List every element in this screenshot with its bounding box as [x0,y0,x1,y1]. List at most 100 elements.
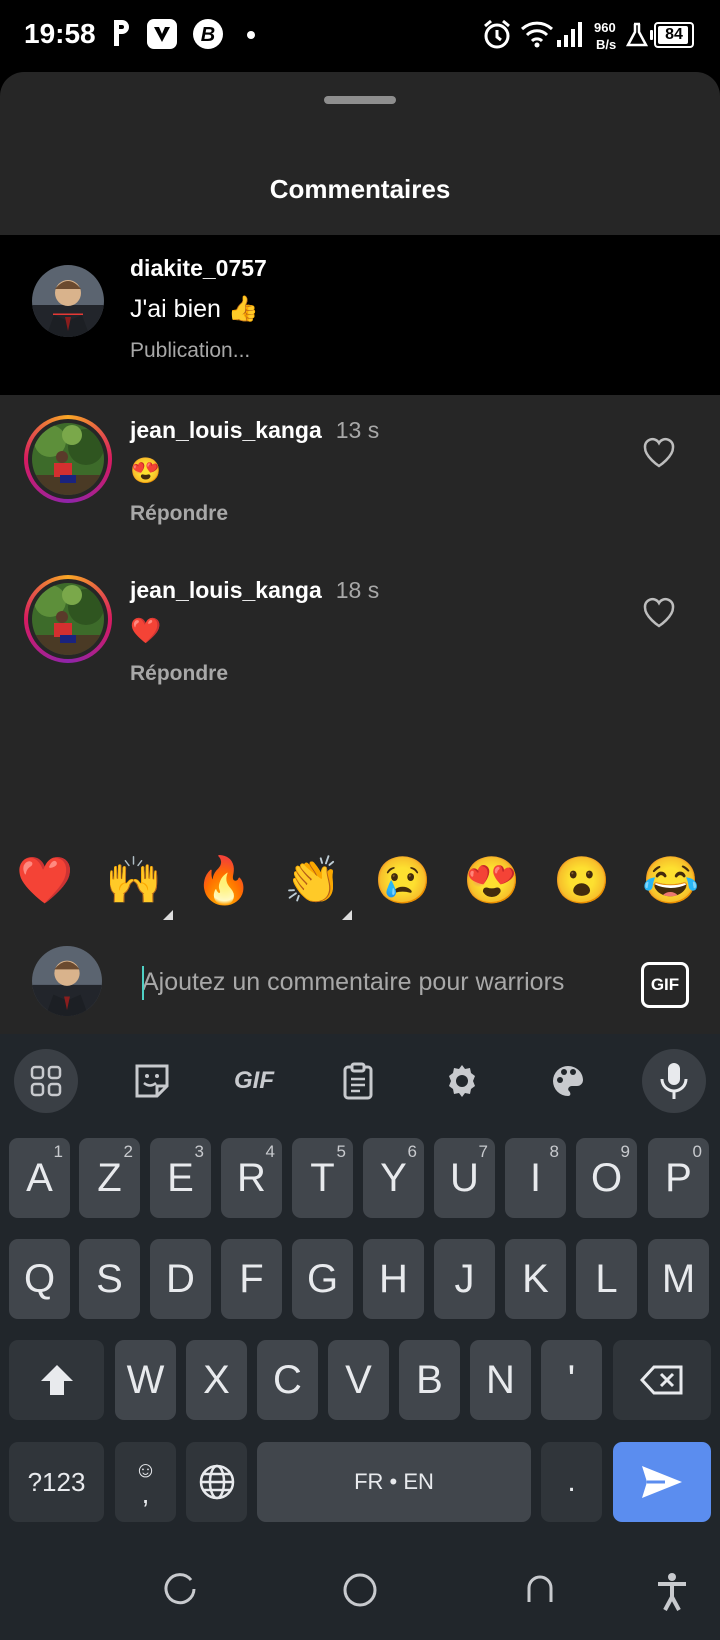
quick-reactions-bar: ❤️ 🙌 🔥 👏 😢 😍 😮 😂 [0,850,720,930]
drag-handle[interactable] [324,96,396,104]
comment-text: ❤️ [130,617,162,645]
notification-dot-icon [247,31,255,39]
key-s[interactable]: S [79,1239,140,1319]
key-c[interactable]: C [257,1340,318,1420]
gif-icon[interactable]: GIF [222,1049,286,1113]
language-key[interactable] [186,1442,247,1522]
status-bar: 19:58 B 960 B/s 84 [0,0,720,72]
key-a[interactable]: A1 [9,1138,70,1218]
apps-grid-icon[interactable] [14,1049,78,1113]
reply-link[interactable]: Répondre [130,662,228,686]
commenter-username[interactable]: jean_louis_kanga 13 s [130,417,379,444]
battery-level: 84 [665,26,683,43]
microphone-icon[interactable] [642,1049,706,1113]
key-v[interactable]: V [328,1340,389,1420]
space-key[interactable]: FR • EN [257,1442,531,1522]
back-icon[interactable] [523,1572,557,1606]
key-f[interactable]: F [221,1239,282,1319]
key-z[interactable]: Z2 [79,1138,140,1218]
reaction-laughing[interactable]: 😂 [636,850,706,910]
wifi-icon [520,21,554,48]
signal-icon [557,22,582,47]
key-d[interactable]: D [150,1239,211,1319]
key-i[interactable]: I8 [505,1138,566,1218]
key-l[interactable]: L [576,1239,637,1319]
key-label: E [167,1155,194,1200]
key-label: Z [97,1155,122,1200]
shift-key[interactable] [9,1340,104,1420]
like-heart-icon[interactable] [642,597,676,629]
commenter-avatar[interactable] [24,415,112,503]
key-hint: 6 [407,1142,417,1161]
key-n[interactable]: N [470,1340,531,1420]
reaction-clapping[interactable]: 👏 [278,850,352,920]
symbols-key[interactable]: ?123 [9,1442,104,1522]
key-label: P [665,1155,692,1200]
key-y[interactable]: Y6 [363,1138,424,1218]
key-j[interactable]: J [434,1239,495,1319]
recent-apps-icon[interactable] [163,1572,197,1606]
backspace-key[interactable] [613,1340,711,1420]
my-avatar [32,946,102,1016]
reaction-raising-hands[interactable]: 🙌 [99,850,173,920]
key-hint: 3 [194,1142,204,1161]
send-key[interactable] [613,1442,711,1522]
battery-icon: 84 [650,22,694,48]
key-u[interactable]: U7 [434,1138,495,1218]
caption-username[interactable]: diakite_0757 [130,255,267,282]
key-x[interactable]: X [186,1340,247,1420]
key-p[interactable]: P0 [648,1138,709,1218]
key-e[interactable]: E3 [150,1138,211,1218]
settings-gear-icon[interactable] [430,1049,494,1113]
key-m[interactable]: M [648,1239,709,1319]
caption-meta: Publication... [130,339,251,362]
key-h[interactable]: H [363,1239,424,1319]
accessibility-icon[interactable] [655,1572,689,1612]
post-caption: ▬▬▬▬▬▬ diakite_0757 J'ai bien 👍 Publicat… [0,235,720,395]
sheet-title: Commentaires [269,174,451,204]
lab-flask-icon [626,22,648,47]
key-w[interactable]: W [115,1340,176,1420]
home-icon[interactable] [342,1572,378,1608]
key-o[interactable]: O9 [576,1138,637,1218]
clipboard-icon[interactable] [326,1049,390,1113]
key-r[interactable]: R4 [221,1138,282,1218]
emoji-comma-key[interactable]: ☺ , [115,1442,176,1522]
key-q[interactable]: Q [9,1239,70,1319]
reaction-heart[interactable]: ❤️ [10,850,80,910]
reaction-crying[interactable]: 😢 [368,850,438,910]
key-g[interactable]: G [292,1239,353,1319]
period-key[interactable]: . [541,1442,602,1522]
key-label: A [26,1155,53,1200]
key-hint: 9 [620,1142,630,1161]
reply-link[interactable]: Répondre [130,502,228,526]
gif-button[interactable]: GIF [641,962,689,1008]
caption-avatar[interactable]: ▬▬▬▬▬▬ [32,265,104,337]
comment-input[interactable]: Ajoutez un commentaire pour warriors [142,968,607,997]
comment-composer: Ajoutez un commentaire pour warriors GIF [0,932,720,1034]
key-t[interactable]: T5 [292,1138,353,1218]
commenter-username[interactable]: jean_louis_kanga 18 s [130,577,379,604]
like-heart-icon[interactable] [642,437,676,469]
commenter-name[interactable]: jean_louis_kanga [130,577,322,603]
theme-palette-icon[interactable] [536,1049,600,1113]
key-apostrophe[interactable]: ' [541,1340,602,1420]
keyboard: GIF A1 Z2 E3 R4 T5 Y6 U7 I8 O9 P0 Q S D … [0,1034,720,1640]
system-nav-bar [0,1550,720,1640]
reaction-heart-eyes[interactable]: 😍 [457,850,527,910]
key-b[interactable]: B [399,1340,460,1420]
network-speed-unit: B/s [596,37,617,52]
reaction-fire[interactable]: 🔥 [189,850,259,910]
sticker-icon[interactable] [120,1049,184,1113]
commenter-name[interactable]: jean_louis_kanga [130,417,322,443]
network-speed-value: 960 [594,20,616,35]
commenter-avatar[interactable] [24,575,112,663]
key-k[interactable]: K [505,1239,566,1319]
comment-text: 😍 [130,457,162,485]
reaction-surprised[interactable]: 😮 [547,850,617,910]
send-arrow-icon [642,1466,682,1498]
key-hint: 8 [549,1142,559,1161]
key-hint: 1 [53,1142,63,1161]
svg-text:▬▬▬▬▬▬: ▬▬▬▬▬▬ [53,311,83,317]
b-app-icon: B [193,19,223,49]
